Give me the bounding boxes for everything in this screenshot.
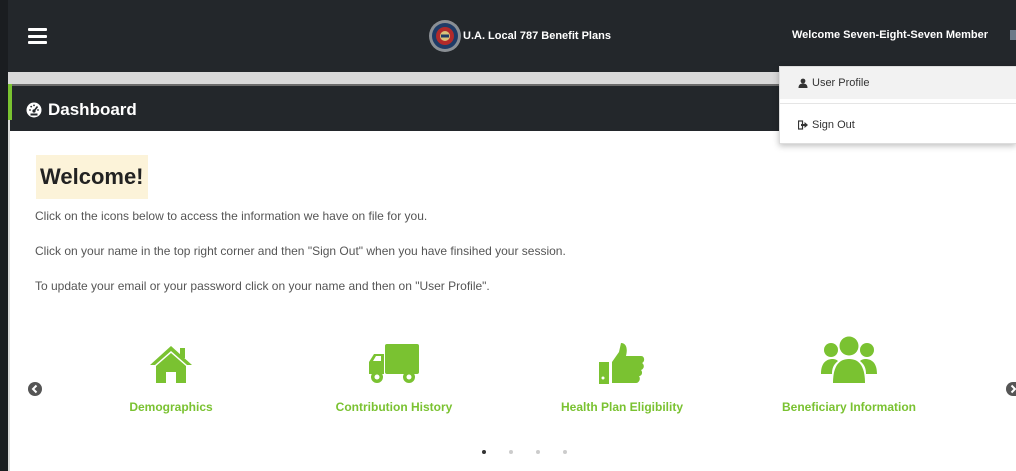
tile-label: Beneficiary Information: [781, 400, 917, 414]
user-icon: [798, 78, 808, 88]
carousel-dot-3[interactable]: [536, 450, 540, 454]
sign-out-menu-item[interactable]: Sign Out: [780, 109, 1016, 141]
sidebar-active-indicator: [8, 84, 12, 120]
sign-out-label: Sign Out: [812, 119, 855, 131]
instruction-line-1: Click on the icons below to access the i…: [35, 209, 428, 223]
tile-label: Demographics: [129, 400, 213, 414]
panel-title-text: Dashboard: [48, 100, 137, 119]
brand[interactable]: U.A. Local 787 Benefit Plans: [428, 16, 611, 56]
dashboard-icon: [26, 102, 42, 118]
carousel-next-button[interactable]: [1006, 382, 1016, 396]
tile-beneficiary-information[interactable]: Beneficiary Information: [773, 324, 925, 414]
welcome-heading: Welcome!: [36, 155, 148, 199]
carousel-indicators: [482, 450, 590, 454]
top-navbar: U.A. Local 787 Benefit Plans Welcome Sev…: [0, 0, 1016, 72]
hamburger-menu-icon[interactable]: [28, 28, 47, 44]
instruction-line-2: Click on your name in the top right corn…: [35, 244, 566, 258]
panel-title: Dashboard: [26, 100, 137, 120]
instruction-line-3: To update your email or your password cl…: [35, 279, 490, 293]
home-icon: [150, 346, 192, 383]
tile-demographics[interactable]: Demographics: [118, 324, 224, 414]
user-dropdown-menu: User Profile Sign Out: [779, 66, 1016, 144]
truck-icon: [369, 344, 419, 383]
user-profile-menu-item[interactable]: User Profile: [780, 67, 1016, 99]
tile-label: Contribution History: [335, 400, 453, 414]
sign-out-icon: [798, 120, 808, 130]
carousel-dot-4[interactable]: [563, 450, 567, 454]
carousel-dot-1[interactable]: [482, 450, 486, 454]
user-profile-label: User Profile: [812, 77, 870, 89]
tile-label: Health Plan Eligibility: [560, 400, 684, 414]
carousel-dot-2[interactable]: [509, 450, 513, 454]
user-menu-toggle[interactable]: Welcome Seven-Eight-Seven Member: [792, 29, 988, 41]
menu-divider: [780, 103, 1016, 104]
thumbs-up-icon: [599, 343, 645, 384]
users-icon: [821, 336, 877, 383]
user-avatar[interactable]: [1010, 30, 1016, 40]
tile-contribution-history[interactable]: Contribution History: [328, 324, 460, 414]
left-sidebar-strip: [0, 0, 8, 471]
tile-health-plan-eligibility[interactable]: Health Plan Eligibility: [551, 324, 693, 414]
brand-title: U.A. Local 787 Benefit Plans: [463, 30, 611, 42]
union-logo-icon: [429, 20, 461, 52]
carousel-prev-button[interactable]: [28, 382, 42, 396]
